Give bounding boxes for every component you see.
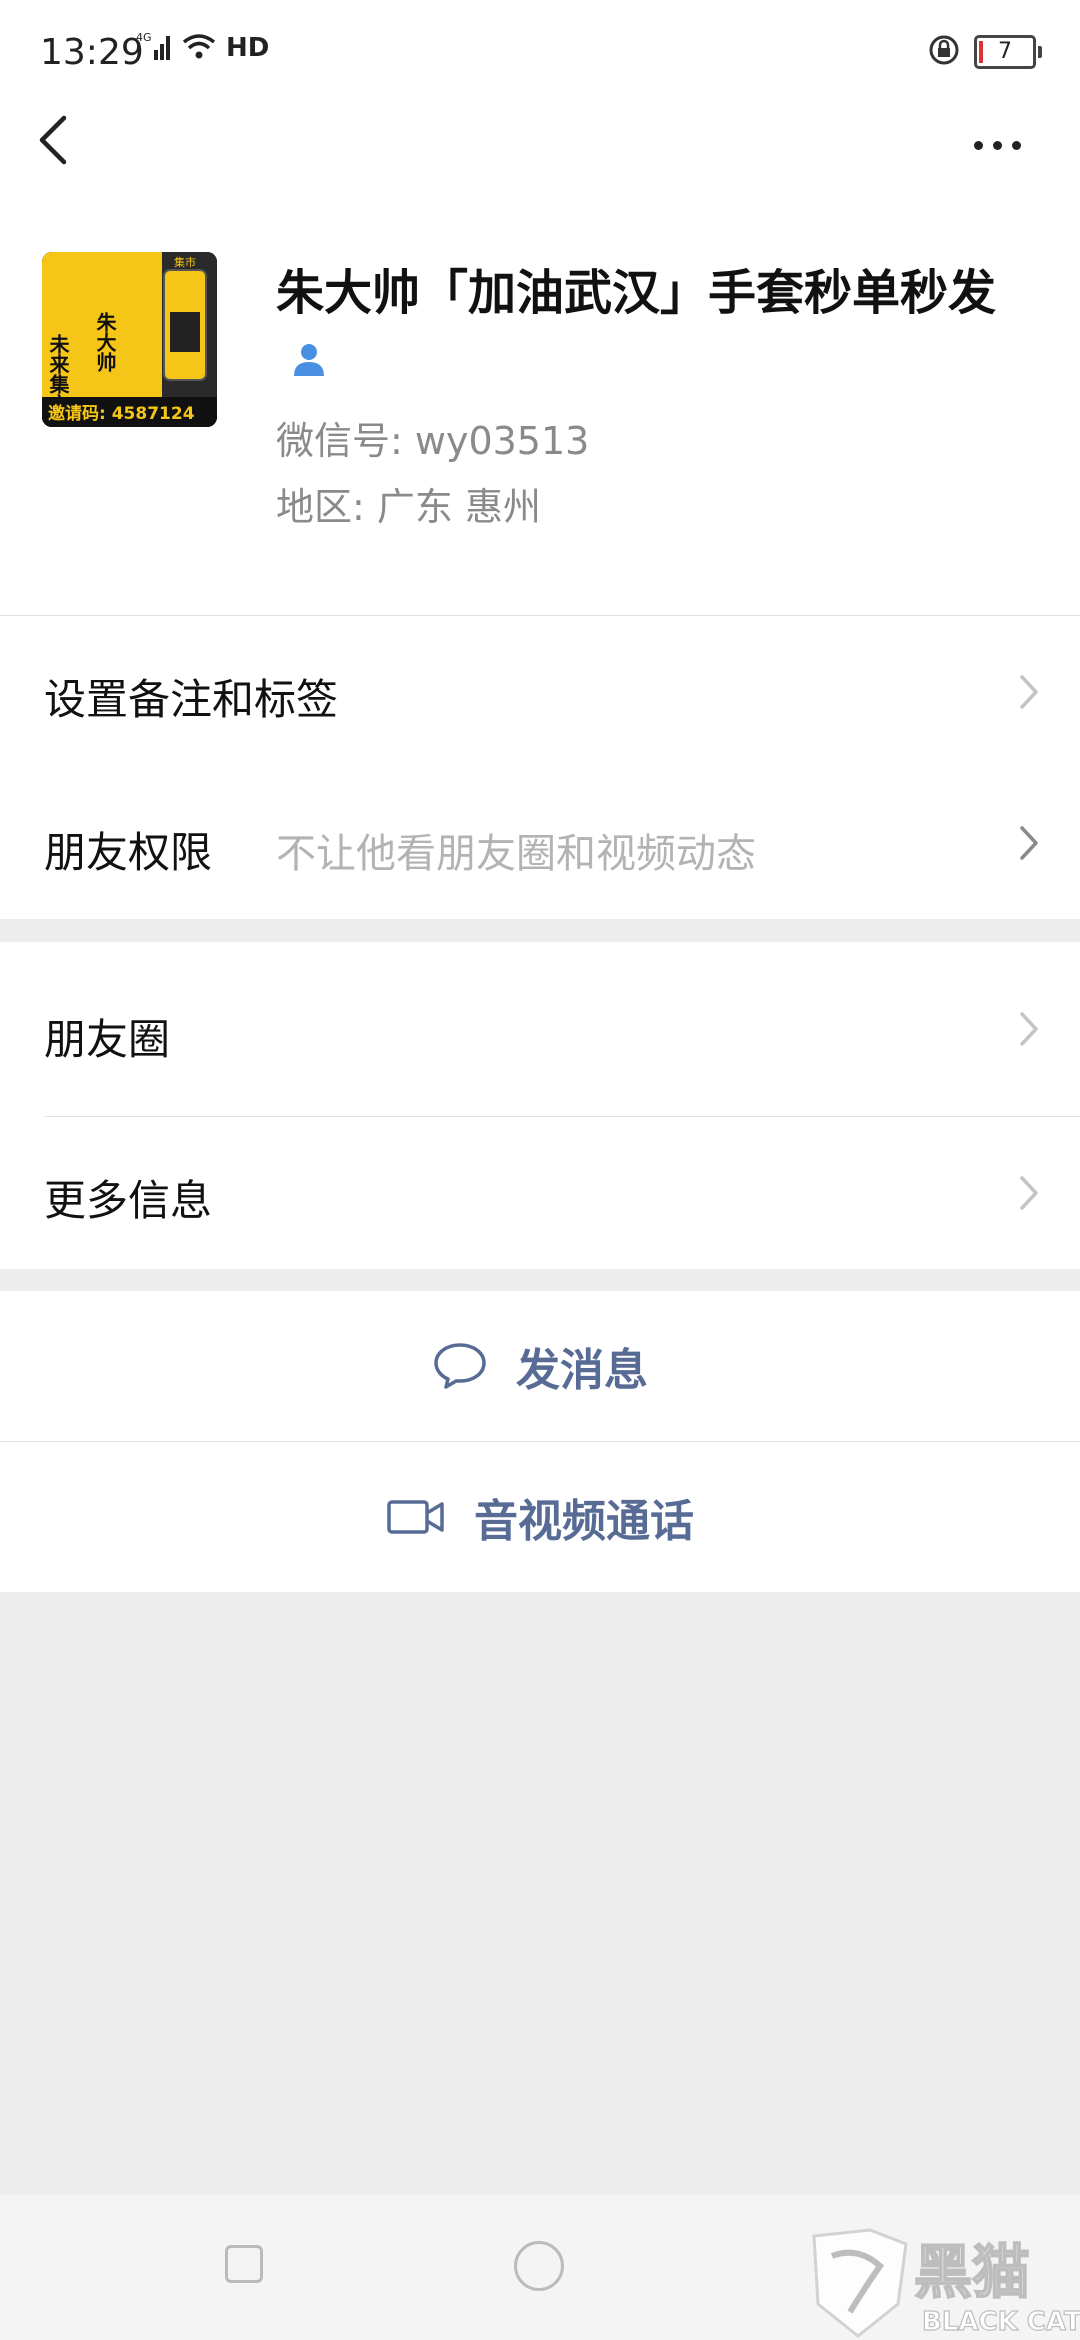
- video-call-button[interactable]: 音视频通话: [0, 1442, 1080, 1592]
- home-button[interactable]: [514, 2241, 564, 2291]
- battery-icon: 7: [974, 35, 1042, 69]
- back-button[interactable]: [34, 110, 74, 170]
- svg-text:4G: 4G: [136, 31, 152, 44]
- permissions-row[interactable]: 朋友权限 不让他看朋友圈和视频动态: [0, 767, 1080, 919]
- more-dot-icon: [993, 140, 1002, 150]
- status-icons: 4G HD: [136, 30, 269, 66]
- send-message-label: 发消息: [516, 1345, 648, 1396]
- video-call-label: 音视频通话: [474, 1496, 694, 1547]
- verified-user-icon: [290, 329, 328, 395]
- signal-icon: 4G: [136, 30, 172, 66]
- svg-text:朱大帅: 朱大帅: [93, 312, 117, 373]
- recents-button[interactable]: [225, 2245, 263, 2283]
- chevron-right-icon: [1020, 1012, 1038, 1046]
- moments-row[interactable]: 朋友圈: [0, 942, 1080, 1117]
- svg-text:黑猫: 黑猫: [914, 2238, 1030, 2306]
- chat-bubble-icon: [434, 1343, 486, 1389]
- svg-text:邀请码: 4587124: 邀请码: 4587124: [48, 403, 195, 424]
- remarks-row[interactable]: 设置备注和标签: [0, 615, 1080, 768]
- chevron-right-icon: [1020, 826, 1038, 860]
- profile-header: 未来集市 朱大帅 集市 邀请码: 4587124 朱大帅「加油武汉」手套秒单秒发…: [0, 252, 1080, 615]
- more-options-button[interactable]: [974, 135, 1030, 155]
- wifi-icon: [182, 32, 216, 64]
- more-info-row[interactable]: 更多信息: [0, 1117, 1080, 1269]
- chevron-right-icon: [1020, 1176, 1038, 1210]
- wechat-id: 微信号: wy03513: [276, 419, 590, 463]
- profile-name: 朱大帅「加油武汉」手套秒单秒发: [276, 260, 1016, 395]
- video-camera-icon: [387, 1500, 444, 1534]
- back-arrow-icon: [39, 115, 67, 165]
- status-time: 13:29: [40, 32, 144, 73]
- rotation-lock-icon: [928, 34, 960, 70]
- status-right: 7: [928, 34, 1042, 70]
- more-info-label: 更多信息: [44, 1176, 213, 1225]
- svg-text:BLACK CAT: BLACK CAT: [922, 2307, 1080, 2337]
- nav-bar: [0, 112, 1080, 252]
- svg-text:集市: 集市: [174, 255, 196, 269]
- avatar-image: 未来集市 朱大帅 集市 邀请码: 4587124: [42, 252, 217, 427]
- send-message-button[interactable]: 发消息: [0, 1291, 1080, 1442]
- permissions-label: 朋友权限: [44, 828, 213, 877]
- black-cat-watermark: 黑猫 BLACK CAT: [812, 2228, 1080, 2338]
- permissions-value: 不让他看朋友圈和视频动态: [276, 831, 756, 877]
- region: 地区: 广东 惠州: [276, 485, 541, 529]
- moments-label: 朋友圈: [44, 1015, 171, 1064]
- chevron-right-icon: [1020, 675, 1038, 709]
- avatar[interactable]: 未来集市 朱大帅 集市 邀请码: 4587124: [42, 252, 217, 427]
- hd-icon: HD: [226, 33, 270, 63]
- more-dot-icon: [974, 140, 983, 150]
- profile-name-text: 朱大帅「加油武汉」手套秒单秒发: [276, 265, 997, 321]
- remarks-label: 设置备注和标签: [44, 675, 339, 724]
- status-bar: 13:29 4G HD 7: [0, 0, 1080, 112]
- more-dot-icon: [1012, 140, 1021, 150]
